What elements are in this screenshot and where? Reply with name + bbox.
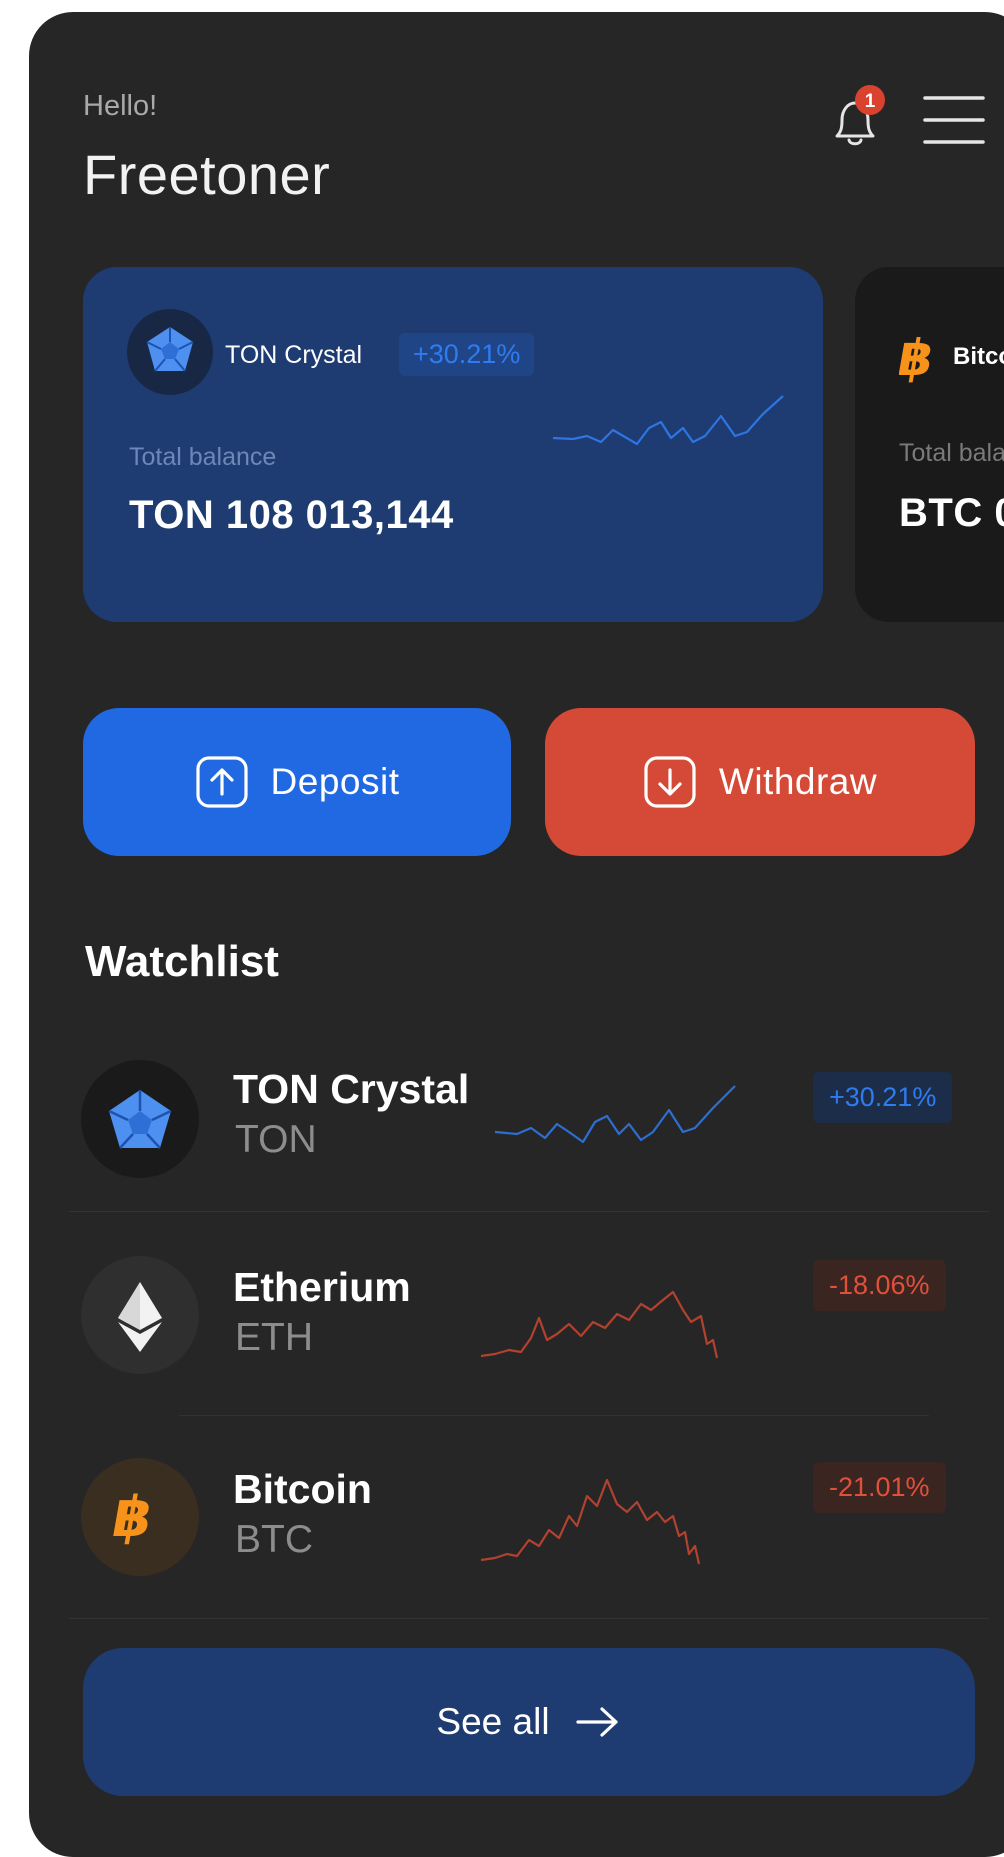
watchlist-row-btc[interactable]: ฿ Bitcoin BTC -21.01% xyxy=(29,1446,1004,1646)
watchlist-coin-symbol: TON xyxy=(235,1118,317,1161)
withdraw-label: Withdraw xyxy=(718,761,878,802)
watchlist-coin-name: TON Crystal xyxy=(233,1066,470,1112)
ton-crystal-icon xyxy=(127,309,213,395)
card-balance-value: BTC 0 xyxy=(899,491,1004,535)
deposit-button[interactable]: Deposit xyxy=(83,708,511,856)
divider xyxy=(69,1211,989,1212)
card-balance-value: TON 108 013,144 xyxy=(129,493,454,537)
watchlist-row-eth[interactable]: Etherium ETH -18.06% xyxy=(29,1244,1004,1444)
bitcoin-icon: ฿ xyxy=(899,329,939,385)
svg-text:฿: ฿ xyxy=(899,329,939,385)
username-title: Freetoner xyxy=(83,143,331,206)
notifications-button[interactable]: 1 xyxy=(815,78,895,158)
ethereum-icon xyxy=(81,1256,199,1374)
card-change-badge: +30.21% xyxy=(399,333,535,376)
arrow-right-icon xyxy=(575,1707,618,1737)
watchlist-row-ton[interactable]: TON Crystal TON +30.21% xyxy=(29,1042,1004,1242)
watchlist-coin-symbol: BTC xyxy=(235,1518,313,1561)
watchlist-change-badge: -18.06% xyxy=(813,1260,946,1311)
notification-count: 1 xyxy=(865,91,876,112)
see-all-label: See all xyxy=(436,1701,550,1742)
menu-button[interactable] xyxy=(911,90,991,150)
watchlist-change-badge: +30.21% xyxy=(813,1072,953,1123)
greeting-text: Hello! xyxy=(83,90,158,122)
withdraw-button[interactable]: Withdraw xyxy=(545,708,975,856)
card-balance-label: Total balance xyxy=(129,443,277,471)
bell-icon: 1 xyxy=(835,85,885,146)
watchlist-coin-symbol: ETH xyxy=(235,1316,313,1359)
card-sparkline xyxy=(553,395,784,446)
arrow-up-icon xyxy=(195,756,248,808)
deposit-label: Deposit xyxy=(270,761,400,802)
card-coin-name: Bitcoin xyxy=(953,343,1004,370)
watchlist-sparkline xyxy=(495,1085,736,1144)
watchlist-sparkline xyxy=(481,1478,701,1565)
watchlist-coin-name: Etherium xyxy=(233,1264,411,1310)
watchlist-title: Watchlist xyxy=(85,937,279,986)
ton-crystal-icon xyxy=(81,1060,199,1178)
balance-card-btc[interactable]: ฿ Bitcoin Total balance BTC 0 xyxy=(855,267,1004,622)
svg-text:฿: ฿ xyxy=(107,1485,157,1550)
see-all-button[interactable]: See all xyxy=(83,1648,975,1796)
divider xyxy=(69,1618,989,1619)
watchlist-coin-name: Bitcoin xyxy=(233,1466,372,1512)
wallet-screen: Hello! Freetoner 1 TON Crystal +30.21% T… xyxy=(29,12,1004,1857)
watchlist-change-badge: -21.01% xyxy=(813,1462,946,1513)
arrow-down-icon xyxy=(644,756,696,808)
bitcoin-icon: ฿ xyxy=(81,1458,199,1576)
watchlist-sparkline xyxy=(481,1290,719,1359)
balance-card-ton[interactable]: TON Crystal +30.21% Total balance TON 10… xyxy=(83,267,823,622)
card-balance-label: Total balance xyxy=(899,439,1004,467)
card-coin-name: TON Crystal xyxy=(225,341,363,369)
divider xyxy=(179,1415,929,1416)
menu-icon xyxy=(923,96,985,144)
